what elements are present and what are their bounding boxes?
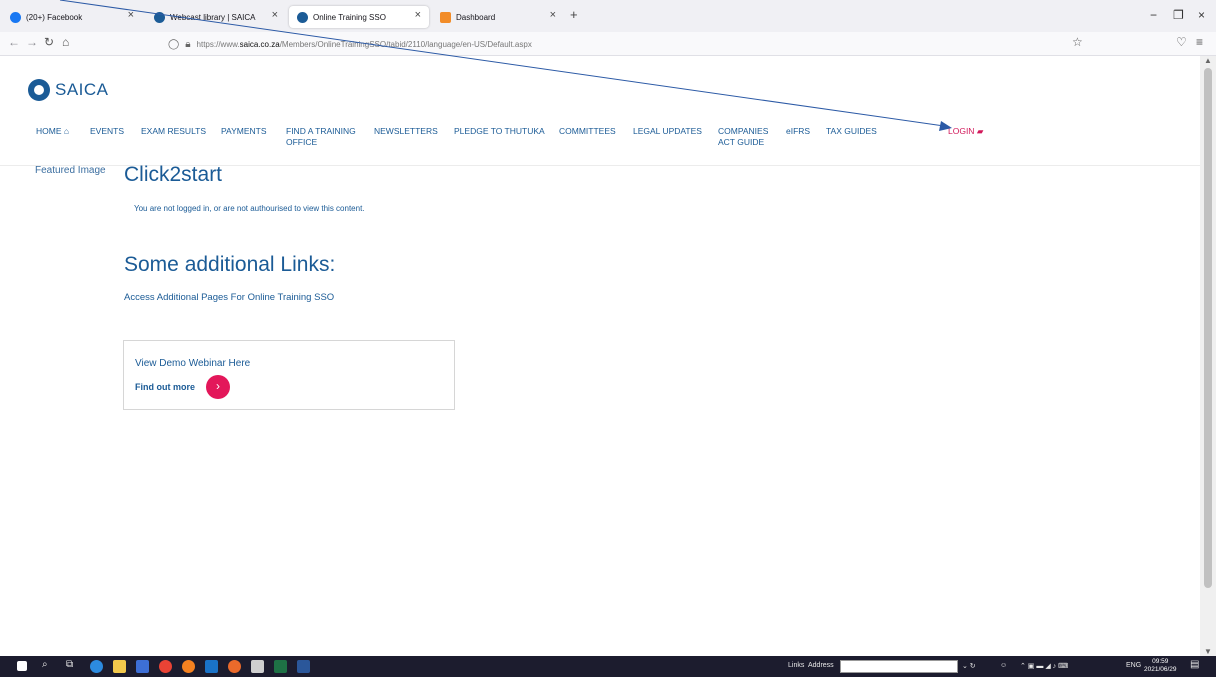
back-icon[interactable]: ← — [8, 35, 20, 49]
url-path: /Members/OnlineTrainingSSO/tabid/2110/la… — [279, 39, 532, 49]
lock-icon: 🔒︎ — [185, 38, 191, 50]
tab-facebook[interactable]: (20+) Facebook × — [2, 6, 142, 28]
new-tab-icon[interactable]: + — [570, 7, 578, 22]
close-icon[interactable]: × — [415, 9, 421, 21]
edge-icon[interactable] — [90, 660, 103, 673]
featured-image: Featured Image — [35, 165, 106, 176]
url-domain: saica.co.za — [239, 39, 280, 49]
search-icon[interactable]: ⌕ — [42, 659, 48, 670]
word-icon[interactable] — [297, 660, 310, 673]
home-icon[interactable]: ⌂ — [62, 35, 69, 49]
menu-item-tax-guides[interactable]: TAX GUIDES — [826, 126, 877, 137]
tab-title: Webcast library | SAICA — [170, 12, 256, 22]
tab-online-training-sso[interactable]: Online Training SSO × — [289, 6, 429, 28]
access-additional-pages-link[interactable]: Access Additional Pages For Online Train… — [124, 292, 334, 303]
address-go-icon[interactable]: ⌄ ↻ — [962, 662, 976, 670]
tab-title: (20+) Facebook — [26, 12, 83, 22]
tab-title: Online Training SSO — [313, 12, 386, 22]
tab-webcast-library[interactable]: Webcast library | SAICA × — [146, 6, 286, 28]
shield-icon: ◯ — [168, 38, 180, 50]
menu-item-label: HOME — [36, 126, 62, 136]
reload-icon[interactable]: ↻ — [44, 35, 54, 49]
menu-item-legal-updates[interactable]: LEGAL UPDATES — [633, 126, 702, 137]
close-window-icon[interactable]: × — [1198, 8, 1205, 22]
close-icon[interactable]: × — [128, 9, 134, 21]
clock-date: 2021/06/29 — [1144, 666, 1177, 673]
menu-item-companies-act-guide[interactable]: COMPANIES ACT GUIDE — [718, 126, 774, 148]
outlook-icon[interactable] — [205, 660, 218, 673]
chrome-icon[interactable] — [159, 660, 172, 673]
menu-icon[interactable]: ≡ — [1196, 35, 1203, 49]
login-label: LOGIN — [948, 126, 975, 136]
scrollbar-thumb[interactable] — [1204, 68, 1212, 588]
saica-icon — [297, 11, 308, 23]
scroll-down-icon[interactable]: ▼ — [1204, 647, 1212, 656]
find-out-more-link[interactable]: Find out more — [135, 382, 195, 392]
menu-item-find-training-office[interactable]: FIND A TRAINING OFFICE — [286, 126, 360, 148]
clock-time: 09:59 — [1152, 658, 1169, 665]
tab-title: Dashboard — [456, 12, 496, 22]
menu-item-newsletters[interactable]: NEWSLETTERS — [374, 126, 438, 137]
card-title[interactable]: View Demo Webinar Here — [135, 358, 250, 369]
browser-tab-bar: (20+) Facebook × Webcast library | SAICA… — [0, 0, 1216, 32]
page-scrollbar[interactable]: ▲ ▼ — [1200, 56, 1216, 656]
restore-icon[interactable]: ❐ — [1173, 8, 1184, 22]
lock-icon: ▰ — [976, 126, 984, 136]
menu-item-payments[interactable]: PAYMENTS — [221, 126, 267, 137]
excel-icon[interactable] — [274, 660, 287, 673]
address-bar[interactable]: ◯ 🔒︎ https://www. saica.co.za/Members/Onl… — [168, 34, 1088, 54]
menu-item-pledge-to-thutuka[interactable]: PLEDGE TO THUTUKA — [454, 126, 545, 137]
system-tray-icons[interactable]: ⌃ ▣ ▬ ◢ ♪ ⌨ — [1020, 662, 1068, 670]
navigation-toolbar: ← → ↻ ⌂ ◯ 🔒︎ https://www. saica.co.za/Mem… — [0, 32, 1216, 56]
additional-links-heading: Some additional Links: — [124, 253, 336, 276]
home-icon: ⌂ — [63, 126, 70, 136]
teams-icon[interactable] — [136, 660, 149, 673]
saica-logo[interactable]: SAICA — [28, 79, 109, 101]
address-toolbar-label: Address — [808, 662, 834, 669]
login-link[interactable]: LOGIN ▰ — [948, 126, 983, 137]
access-notice: You are not logged in, or are not authou… — [134, 204, 365, 213]
menu-item-events[interactable]: EVENTS — [90, 126, 124, 137]
logo-text: SAICA — [55, 80, 109, 99]
menu-item-exam-results[interactable]: EXAM RESULTS — [141, 126, 206, 137]
demo-webinar-card: View Demo Webinar Here Find out more › — [123, 340, 455, 410]
close-icon[interactable]: × — [550, 9, 556, 21]
tab-dashboard[interactable]: Dashboard × — [432, 6, 564, 28]
pocket-icon[interactable]: ♡ — [1176, 35, 1187, 49]
logo-mark — [28, 79, 50, 101]
scroll-up-icon[interactable]: ▲ — [1204, 56, 1212, 65]
menu-item-committees[interactable]: COMMITTEES — [559, 126, 616, 137]
people-icon[interactable]: ☺ — [1000, 662, 1007, 669]
web-page: SAICA HOME ⌂ EVENTS EXAM RESULTS PAYMENT… — [0, 56, 1200, 656]
facebook-icon — [10, 11, 21, 23]
links-toolbar-label[interactable]: Links — [788, 662, 804, 669]
minimize-icon[interactable]: − — [1150, 8, 1157, 22]
firefox-icon[interactable] — [182, 660, 195, 673]
notifications-icon[interactable]: ▤ — [1190, 659, 1199, 670]
pdf-reader-icon[interactable] — [251, 660, 264, 673]
language-indicator[interactable]: ENG — [1126, 662, 1141, 669]
saica-icon — [154, 11, 165, 23]
main-menu: HOME ⌂ EVENTS EXAM RESULTS PAYMENTS FIND… — [0, 122, 1200, 166]
bookmark-star-icon[interactable]: ☆ — [1072, 35, 1083, 49]
windows-start-icon[interactable] — [17, 661, 27, 671]
windows-taskbar: ⌕ ⧉ Links Address ⌄ ↻ ☺ ⌃ ▣ ▬ ◢ ♪ ⌨ ENG … — [0, 656, 1216, 677]
page-title: Click2start — [124, 163, 223, 186]
menu-item-home[interactable]: HOME ⌂ — [36, 126, 69, 137]
address-input[interactable] — [840, 660, 958, 673]
forward-icon[interactable]: → — [26, 35, 38, 49]
file-explorer-icon[interactable] — [113, 660, 126, 673]
task-view-icon[interactable]: ⧉ — [66, 659, 73, 670]
url-prefix: https://www. — [196, 39, 240, 49]
chevron-right-icon[interactable]: › — [206, 375, 230, 399]
paint-icon[interactable] — [228, 660, 241, 673]
close-icon[interactable]: × — [272, 9, 278, 21]
clock[interactable]: 09:59 2021/06/29 — [1144, 658, 1177, 674]
dashboard-icon — [440, 11, 451, 23]
menu-item-eifrs[interactable]: eIFRS — [786, 126, 810, 137]
